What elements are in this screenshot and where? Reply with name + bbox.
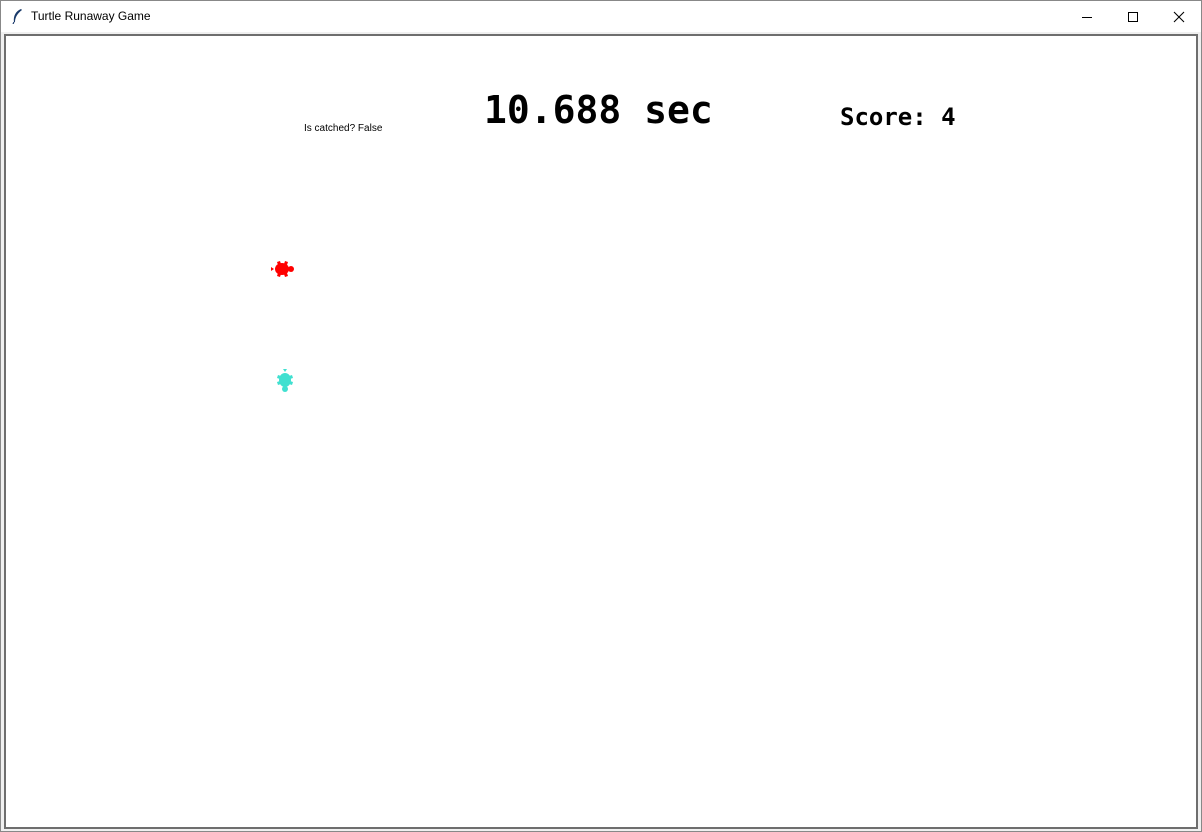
canvas-frame: Is catched? False 10.688 sec Score: 4 [4, 34, 1198, 829]
close-button[interactable] [1156, 1, 1202, 32]
feather-icon [12, 9, 22, 24]
minimize-icon [1082, 17, 1092, 18]
maximize-icon [1128, 12, 1138, 22]
runner-turtle-icon [277, 369, 293, 392]
maximize-button[interactable] [1110, 1, 1156, 32]
close-icon [1173, 11, 1185, 23]
score-text: Score: 4 [840, 103, 956, 131]
game-canvas[interactable]: Is catched? False 10.688 sec Score: 4 [6, 36, 1196, 827]
window-title: Turtle Runaway Game [31, 9, 151, 23]
chaser-turtle-icon [271, 261, 294, 277]
caught-status-text: Is catched? False [304, 123, 383, 134]
minimize-button[interactable] [1064, 1, 1110, 32]
title-bar[interactable]: Turtle Runaway Game [1, 1, 1201, 32]
game-window: Turtle Runaway Game Is catched? False 10… [0, 0, 1202, 832]
timer-text: 10.688 sec [484, 88, 713, 132]
